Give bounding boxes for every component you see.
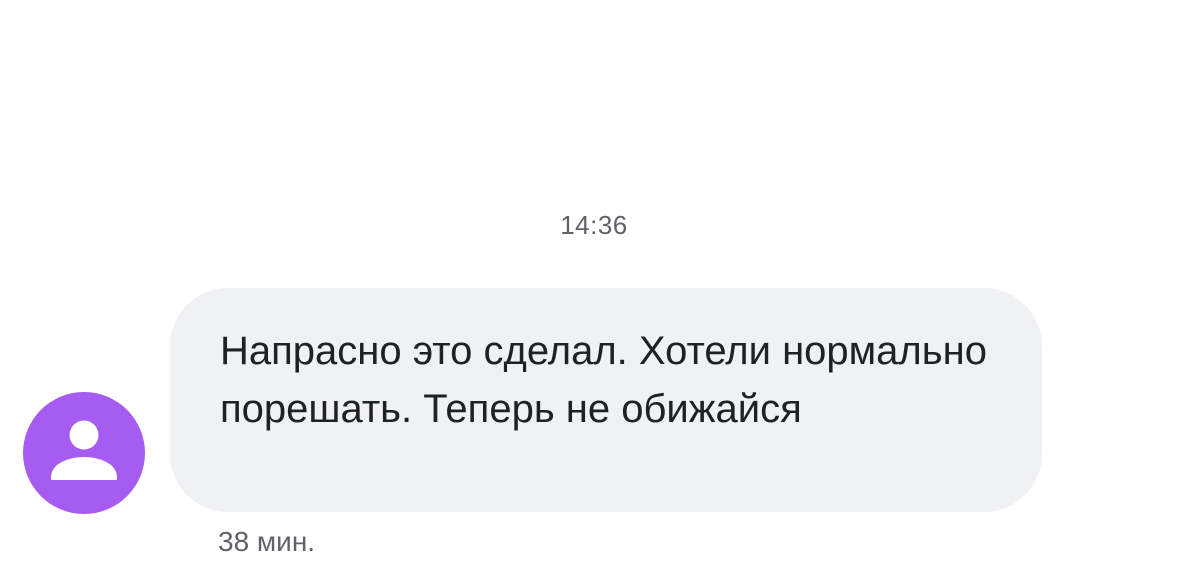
message-age: 38 мин. (218, 526, 316, 557)
person-icon (51, 420, 117, 480)
message-bubble[interactable]: Напрасно это сделал. Хотели нормально по… (170, 288, 1042, 512)
contact-avatar[interactable] (23, 392, 145, 514)
conversation-view: 14:36 Напрасно это сделал. Хотели нормал… (0, 0, 1188, 576)
message-text: Напрасно это сделал. Хотели нормально по… (220, 329, 987, 431)
message-timestamp: 14:36 (560, 210, 628, 240)
